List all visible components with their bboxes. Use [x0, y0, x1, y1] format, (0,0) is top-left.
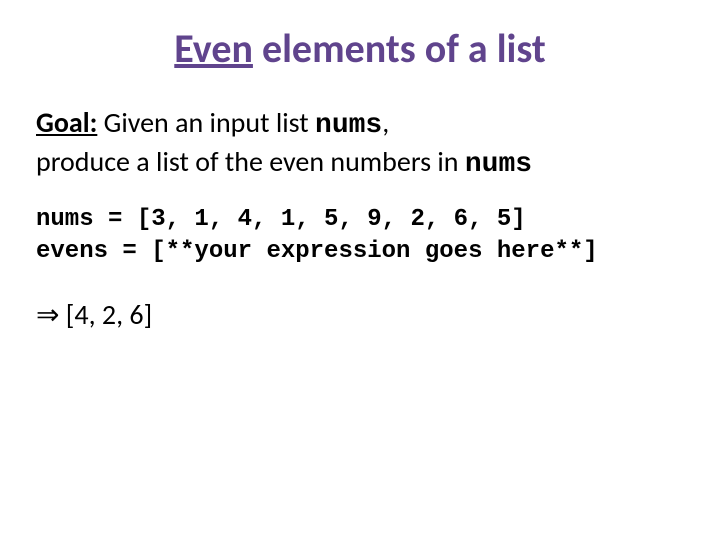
goal-code1: nums — [315, 110, 382, 141]
code-block: nums = [3, 1, 4, 1, 5, 9, 2, 6, 5]evens … — [36, 204, 684, 269]
slide-content: Goal: Given an input list nums, produce … — [36, 105, 684, 334]
title-rest: elements of a list — [253, 24, 546, 73]
implies-arrow-icon: ⇒ — [36, 300, 59, 331]
goal-text1: Given an input list — [97, 105, 315, 140]
title-underlined: Even — [174, 24, 253, 73]
goal-text3: produce a list of the even numbers in — [36, 144, 465, 179]
goal-code2: nums — [465, 149, 532, 180]
result-value: [4, 2, 6] — [59, 297, 152, 332]
goal-label: Goal: — [36, 105, 97, 140]
slide-title: Even elements of a list — [36, 24, 684, 73]
code-line2: evens = [**your expression goes here**] — [36, 236, 684, 268]
code-line1: nums = [3, 1, 4, 1, 5, 9, 2, 6, 5] — [36, 204, 684, 236]
goal-text2: , — [382, 105, 389, 140]
result-line: ⇒ [4, 2, 6] — [36, 297, 684, 334]
goal-line2: produce a list of the even numbers in nu… — [36, 144, 684, 183]
goal-line1: Goal: Given an input list nums, — [36, 105, 684, 144]
